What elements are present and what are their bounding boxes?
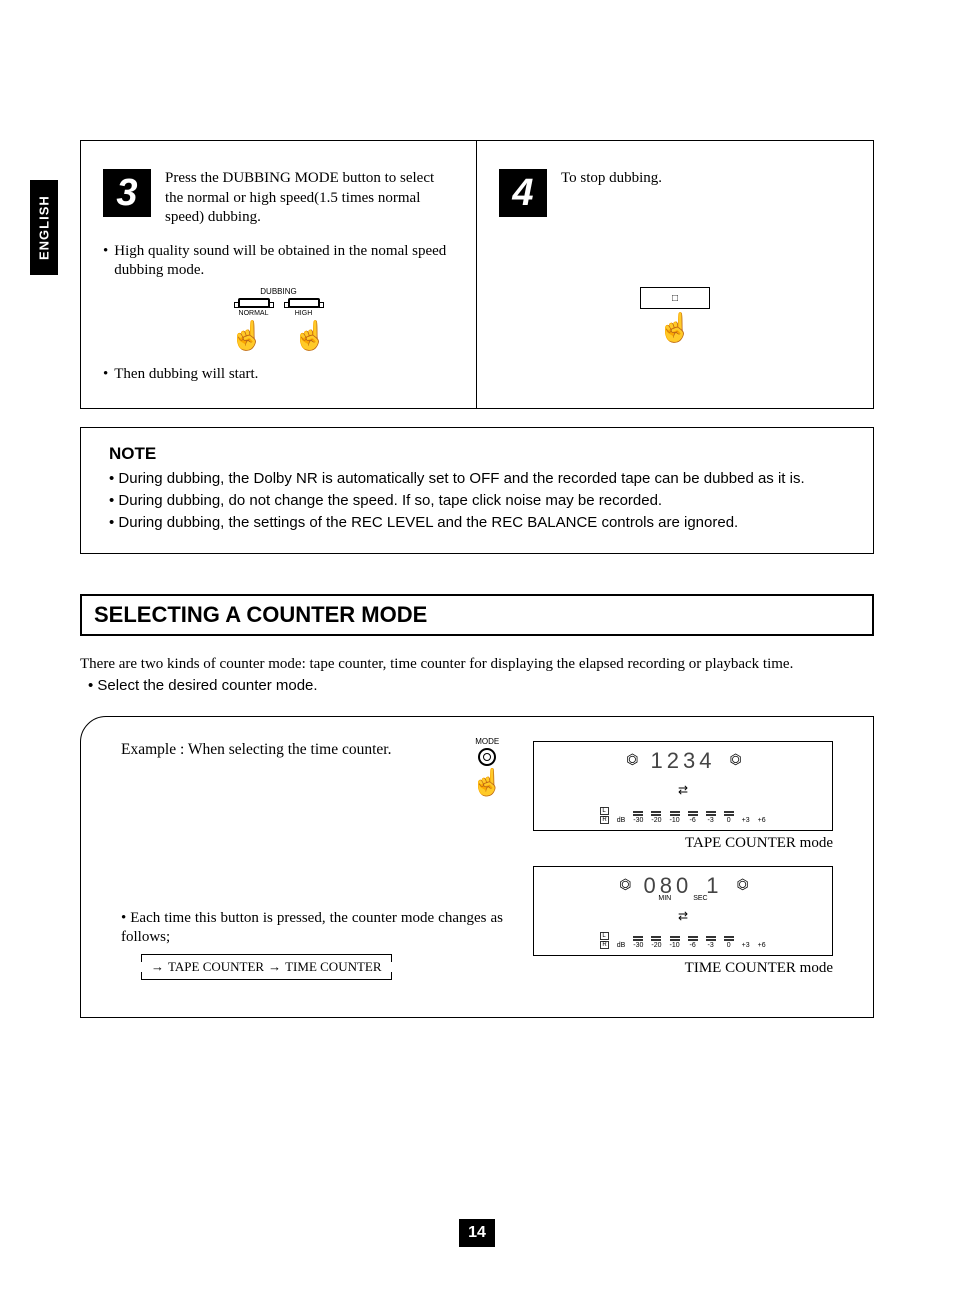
note-list: During dubbing, the Dolby NR is automati… bbox=[109, 468, 845, 533]
high-label: HIGH bbox=[295, 310, 313, 317]
meter-tick: -20 bbox=[651, 817, 661, 824]
note-item: During dubbing, do not change the speed.… bbox=[109, 490, 845, 512]
step-3-heading: 3 Press the DUBBING MODE button to selec… bbox=[103, 169, 454, 228]
meter-tick: -20 bbox=[651, 942, 661, 949]
step-4-heading: 4 To stop dubbing. bbox=[499, 169, 851, 217]
arrow-icon: → bbox=[268, 959, 281, 975]
high-button-wrap: HIGH bbox=[288, 298, 320, 317]
example-heading: Example : When selecting the time counte… bbox=[121, 741, 503, 759]
tape-counter-display: ⏣ 1234 ⏣ ⇄ L R dB -30 -20 -10 -6 -3 0 bbox=[533, 741, 833, 831]
bullet-text: High quality sound will be obtained in t… bbox=[114, 242, 454, 281]
sec-label: SEC bbox=[693, 895, 707, 902]
normal-button-wrap: NORMAL bbox=[238, 298, 270, 317]
direction-icon: ⇄ bbox=[542, 909, 824, 924]
channel-r-label: R bbox=[600, 816, 608, 824]
mode-label: MODE bbox=[475, 737, 499, 746]
example-left-col: Example : When selecting the time counte… bbox=[121, 741, 503, 991]
stop-diagram: □ ☝ bbox=[499, 287, 851, 343]
cassette-icon: ⏣ bbox=[729, 752, 739, 769]
channel-l-label: L bbox=[600, 807, 608, 815]
meter-tick: +3 bbox=[742, 817, 750, 824]
hand-icon: ☝ bbox=[471, 770, 503, 796]
step-number-4: 4 bbox=[499, 169, 547, 217]
manual-page: ENGLISH 3 Press the DUBBING MODE button … bbox=[0, 0, 954, 1307]
dubbing-diagram: DUBBING NORMAL HIGH ☝ ☝ bbox=[103, 287, 454, 351]
meter-tick: 0 bbox=[727, 817, 731, 824]
sequence-text-content: Each time this button is pressed, the co… bbox=[121, 910, 503, 946]
meter-tick: +6 bbox=[758, 817, 766, 824]
seq-item-2: TIME COUNTER bbox=[285, 959, 381, 975]
step-4-text: To stop dubbing. bbox=[561, 169, 662, 189]
bullet-dot: • bbox=[103, 242, 108, 281]
meter-tick: -3 bbox=[708, 817, 714, 824]
meter-tick: -10 bbox=[670, 817, 680, 824]
mode-button-diagram: MODE ☝ bbox=[471, 737, 503, 796]
hand-icon: ☝ bbox=[293, 323, 328, 351]
db-label: dB bbox=[617, 817, 626, 824]
bullet-dot: • bbox=[103, 365, 108, 385]
cassette-icon: ⏣ bbox=[736, 877, 746, 894]
meter-tick: -6 bbox=[690, 817, 696, 824]
dubbing-label: DUBBING bbox=[260, 287, 296, 296]
step-3-text: Press the DUBBING MODE button to select … bbox=[165, 169, 454, 228]
intro-bullet: • Select the desired counter mode. bbox=[88, 677, 874, 694]
intro-text: There are two kinds of counter mode: tap… bbox=[80, 654, 874, 674]
sequence-text: • Each time this button is pressed, the … bbox=[121, 909, 503, 948]
hand-icons-row: ☝ ☝ bbox=[230, 323, 328, 351]
meter-tick: 0 bbox=[727, 942, 731, 949]
high-button-icon bbox=[288, 298, 320, 308]
meter-tick: -30 bbox=[633, 942, 643, 949]
section-title-wrap: SELECTING A COUNTER MODE bbox=[80, 594, 874, 636]
time-counter-sec-digits: 1 bbox=[706, 873, 722, 899]
channel-l-label: L bbox=[600, 932, 608, 940]
meter-tick: +6 bbox=[758, 942, 766, 949]
step-3-bullet-1: • High quality sound will be obtained in… bbox=[103, 242, 454, 281]
step-3-bullet-2: • Then dubbing will start. bbox=[103, 365, 454, 385]
language-tab: ENGLISH bbox=[30, 180, 58, 275]
step-4-column: 4 To stop dubbing. □ ☝ bbox=[477, 141, 873, 408]
hand-icon: ☝ bbox=[230, 323, 265, 351]
tape-counter-digits: 1234 bbox=[651, 748, 716, 774]
example-box: Example : When selecting the time counte… bbox=[80, 716, 874, 1018]
intro-bullet-text: Select the desired counter mode. bbox=[97, 677, 317, 694]
cassette-icon: ⏣ bbox=[626, 752, 636, 769]
note-item: During dubbing, the Dolby NR is automati… bbox=[109, 468, 845, 490]
mode-button-icon bbox=[478, 748, 496, 766]
meter-tick: -10 bbox=[670, 942, 680, 949]
stop-button-icon: □ bbox=[640, 287, 710, 309]
cassette-icon: ⏣ bbox=[619, 877, 629, 894]
min-label: MIN bbox=[658, 895, 671, 902]
step-3-column: 3 Press the DUBBING MODE button to selec… bbox=[81, 141, 477, 408]
hand-icon: ☝ bbox=[658, 315, 693, 343]
time-counter-caption: TIME COUNTER mode bbox=[533, 960, 833, 977]
meter-tick: -6 bbox=[690, 942, 696, 949]
meter-tick: +3 bbox=[742, 942, 750, 949]
seq-item-1: TAPE COUNTER bbox=[168, 959, 264, 975]
tape-counter-caption: TAPE COUNTER mode bbox=[533, 835, 833, 852]
level-meter: L R dB -30 -20 -10 -6 -3 0 +3 +6 bbox=[542, 807, 824, 824]
dubbing-buttons-row: NORMAL HIGH bbox=[238, 298, 320, 317]
meter-tick: -3 bbox=[708, 942, 714, 949]
bullet-text: Then dubbing will start. bbox=[114, 365, 258, 385]
section-title: SELECTING A COUNTER MODE bbox=[80, 594, 874, 636]
note-title: NOTE bbox=[109, 444, 845, 464]
example-right-col: ⏣ 1234 ⏣ ⇄ L R dB -30 -20 -10 -6 -3 0 bbox=[533, 741, 833, 991]
steps-box: 3 Press the DUBBING MODE button to selec… bbox=[80, 140, 874, 409]
step-number-3: 3 bbox=[103, 169, 151, 217]
meter-tick: -30 bbox=[633, 817, 643, 824]
note-item: During dubbing, the settings of the REC … bbox=[109, 512, 845, 534]
time-counter-display: ⏣ 080 1 ⏣ MIN SEC ⇄ L R d bbox=[533, 866, 833, 956]
note-box: NOTE During dubbing, the Dolby NR is aut… bbox=[80, 427, 874, 554]
normal-button-icon bbox=[238, 298, 270, 308]
direction-icon: ⇄ bbox=[542, 783, 824, 798]
sequence-box: → TAPE COUNTER → TIME COUNTER bbox=[141, 954, 392, 980]
page-number: 14 bbox=[459, 1219, 495, 1247]
channel-r-label: R bbox=[600, 941, 608, 949]
normal-label: NORMAL bbox=[239, 310, 269, 317]
level-meter: L R dB -30 -20 -10 -6 -3 0 +3 +6 bbox=[542, 932, 824, 949]
arrow-icon: → bbox=[151, 959, 164, 975]
db-label: dB bbox=[617, 942, 626, 949]
